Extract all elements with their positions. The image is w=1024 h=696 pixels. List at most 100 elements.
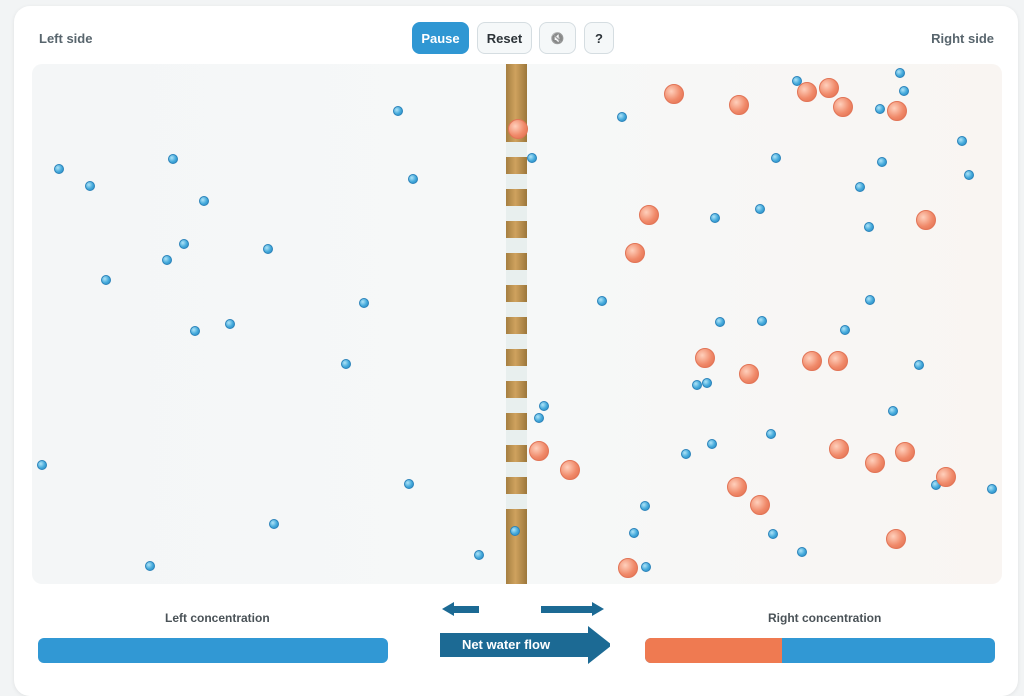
water-molecule	[865, 295, 875, 305]
water-molecule	[964, 170, 974, 180]
water-molecule	[37, 460, 47, 470]
solute-particle	[529, 441, 549, 461]
membrane-pore	[506, 430, 527, 445]
solute-particle	[797, 82, 817, 102]
right-concentration-label: Right concentration	[768, 611, 882, 625]
solute-particle	[727, 477, 747, 497]
solute-particle	[560, 460, 580, 480]
mute-speaker-icon: 🔇	[550, 32, 565, 45]
net-water-flow-label: Net water flow	[461, 637, 551, 652]
small-right-arrow-icon	[541, 602, 604, 616]
water-molecule	[179, 239, 189, 249]
right-solute-fill	[645, 638, 782, 663]
solute-particle	[886, 529, 906, 549]
water-molecule	[54, 164, 64, 174]
water-molecule	[710, 213, 720, 223]
solute-particle	[625, 243, 645, 263]
right-side-label: Right side	[931, 31, 994, 46]
membrane-pore	[506, 174, 527, 189]
solute-particle	[802, 351, 822, 371]
water-molecule	[269, 519, 279, 529]
small-left-arrow-icon	[442, 602, 479, 616]
water-molecule	[766, 429, 776, 439]
water-molecule	[681, 449, 691, 459]
membrane-pore	[506, 206, 527, 221]
membrane-pore	[506, 462, 527, 477]
mute-button[interactable]: 🔇	[539, 22, 576, 54]
water-molecule	[168, 154, 178, 164]
water-molecule	[629, 528, 639, 538]
water-molecule	[797, 547, 807, 557]
semipermeable-membrane	[506, 64, 527, 584]
water-molecule	[527, 153, 537, 163]
water-molecule	[534, 413, 544, 423]
water-molecule	[702, 378, 712, 388]
pause-button[interactable]: Pause	[412, 22, 469, 54]
flow-arrows	[440, 602, 610, 664]
water-molecule	[393, 106, 403, 116]
membrane-pore	[506, 398, 527, 413]
solute-particle	[618, 558, 638, 578]
water-molecule	[757, 316, 767, 326]
water-molecule	[957, 136, 967, 146]
reset-button[interactable]: Reset	[477, 22, 532, 54]
water-molecule	[263, 244, 273, 254]
solute-particle	[739, 364, 759, 384]
solute-particle	[916, 210, 936, 230]
water-molecule	[145, 561, 155, 571]
solute-particle	[729, 95, 749, 115]
water-molecule	[771, 153, 781, 163]
water-molecule	[101, 275, 111, 285]
solute-particle	[865, 453, 885, 473]
membrane-pore	[506, 334, 527, 349]
water-molecule	[640, 501, 650, 511]
water-molecule	[840, 325, 850, 335]
simulation-area	[32, 64, 1002, 584]
water-molecule	[895, 68, 905, 78]
water-molecule	[692, 380, 702, 390]
water-molecule	[707, 439, 717, 449]
water-molecule	[597, 296, 607, 306]
solute-particle	[664, 84, 684, 104]
help-button[interactable]: ?	[584, 22, 614, 54]
solute-particle	[828, 351, 848, 371]
water-molecule	[199, 196, 209, 206]
water-molecule	[914, 360, 924, 370]
solute-particle	[639, 205, 659, 225]
solute-particle	[819, 78, 839, 98]
water-molecule	[641, 562, 651, 572]
water-molecule	[987, 484, 997, 494]
left-concentration-label: Left concentration	[165, 611, 270, 625]
left-side-label: Left side	[39, 31, 93, 46]
solute-particle	[833, 97, 853, 117]
water-molecule	[877, 157, 887, 167]
water-molecule	[875, 104, 885, 114]
solute-particle	[895, 442, 915, 462]
right-concentration-bar	[645, 638, 995, 663]
left-concentration-bar	[38, 638, 388, 663]
membrane-pore	[506, 270, 527, 285]
water-molecule	[539, 401, 549, 411]
water-molecule	[404, 479, 414, 489]
membrane-pore	[506, 494, 527, 509]
membrane-pore	[506, 302, 527, 317]
water-molecule	[359, 298, 369, 308]
water-molecule	[768, 529, 778, 539]
water-molecule	[864, 222, 874, 232]
solute-particle	[829, 439, 849, 459]
water-molecule	[755, 204, 765, 214]
water-molecule	[715, 317, 725, 327]
water-molecule	[888, 406, 898, 416]
membrane-pore	[506, 238, 527, 253]
water-molecule	[510, 526, 520, 536]
solute-particle	[508, 119, 528, 139]
solute-particle	[936, 467, 956, 487]
water-molecule	[408, 174, 418, 184]
water-molecule	[341, 359, 351, 369]
membrane-pore	[506, 142, 527, 157]
water-molecule	[190, 326, 200, 336]
water-molecule	[162, 255, 172, 265]
water-molecule	[855, 182, 865, 192]
water-molecule	[474, 550, 484, 560]
water-molecule	[899, 86, 909, 96]
